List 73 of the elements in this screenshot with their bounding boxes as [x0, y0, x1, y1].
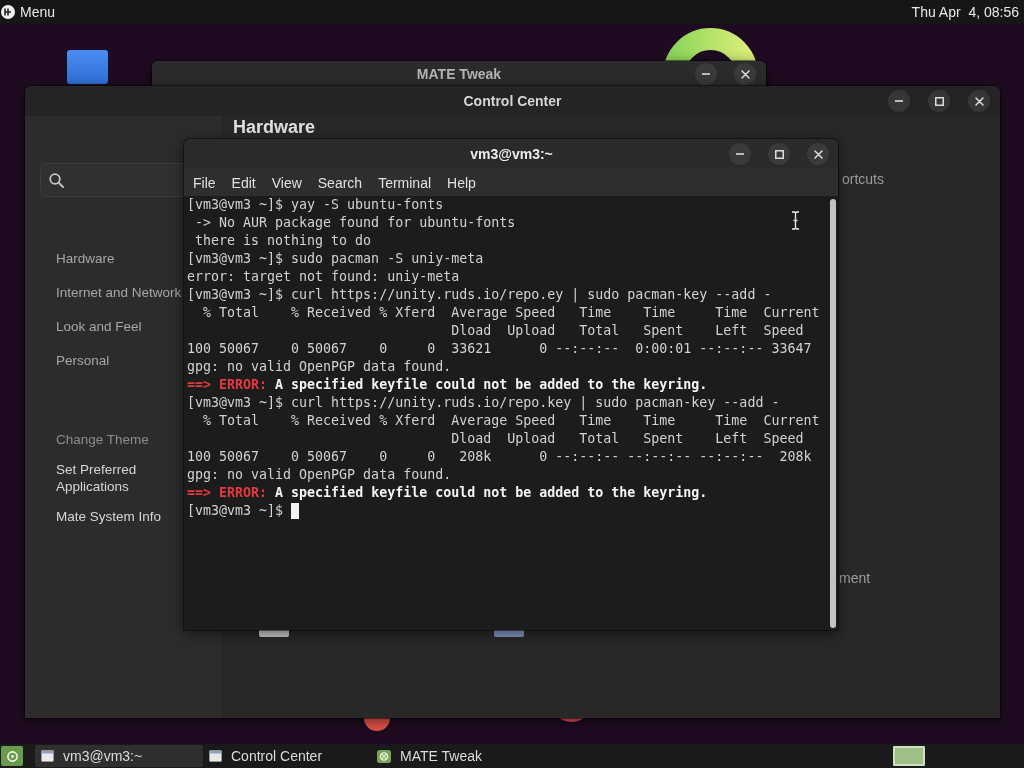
sidebar-link[interactable]: Hardware: [56, 250, 115, 268]
sidebar-link[interactable]: Internet and Network: [56, 284, 182, 302]
desktop-icon[interactable]: [559, 718, 584, 722]
terminal-line: gpg: no valid OpenPGP data found.: [187, 466, 452, 484]
terminal-line: there is nothing to do: [194, 232, 372, 250]
terminal-line: Dload Upload Total Spent Left Speed: [450, 430, 804, 448]
maximize-button[interactable]: [768, 143, 790, 165]
minimize-button[interactable]: [695, 63, 717, 85]
minimize-icon: [702, 73, 710, 75]
menu-item[interactable]: Search: [317, 174, 363, 191]
sidebar-link[interactable]: Set Preferred Applications: [56, 461, 181, 495]
window-icon: [209, 750, 222, 762]
taskbar-button[interactable]: MATE Tweak: [371, 745, 539, 767]
menu-item[interactable]: Edit: [231, 174, 256, 191]
app-icon[interactable]: [494, 630, 524, 637]
circle-icon: [6, 750, 18, 762]
close-icon: [813, 149, 823, 159]
window-title: vm3@vm3:~: [470, 146, 553, 162]
minimize-button[interactable]: [729, 143, 751, 165]
section-heading: Hardware: [233, 117, 316, 137]
terminal-line: ==> ERROR: A specified keyfile could not be added to the keyring.: [187, 484, 708, 502]
taskbar-button[interactable]: Control Center: [203, 745, 371, 767]
menu-item[interactable]: Help: [447, 174, 476, 191]
window-icon: [41, 750, 54, 762]
show-desktop-button[interactable]: [1, 746, 23, 766]
close-icon: [974, 96, 984, 106]
sidebar-link[interactable]: Look and Feel: [56, 318, 142, 336]
terminal-line: gpg: no valid OpenPGP data found.: [187, 358, 452, 376]
menu-button[interactable]: Menu: [1, 4, 56, 20]
app-icon[interactable]: [259, 630, 289, 637]
close-button[interactable]: [968, 90, 990, 112]
window-title: MATE Tweak: [416, 66, 502, 82]
menu-item[interactable]: File: [193, 174, 216, 191]
scrollbar-thumb[interactable]: [830, 199, 836, 628]
terminal-line: % Total % Received % Xferd Average Speed Time Time Time Current: [202, 412, 820, 430]
i-beam-pointer-icon: [791, 211, 800, 230]
item-label: ment: [839, 569, 871, 587]
close-button[interactable]: [807, 143, 829, 165]
minimize-icon: [895, 100, 903, 102]
maximize-icon: [934, 96, 944, 106]
app-logo-icon: [377, 749, 391, 763]
sidebar-link[interactable]: Change Theme: [56, 431, 149, 448]
minimize-icon: [736, 153, 744, 155]
terminal-line: % Total % Received % Xferd Average Speed Time Time Time Current: [202, 304, 820, 322]
terminal-line: 100 50067 0 50067 0 0 33621 0 --:--:-- 0:00:01 --:--:-- 33647: [187, 340, 812, 358]
maximize-icon: [774, 149, 784, 159]
terminal-line: [vm3@vm3 ~]$: [187, 502, 284, 520]
search-field[interactable]: [40, 163, 184, 197]
taskbar-button[interactable]: vm3@vm3:~: [35, 745, 203, 767]
terminal-line: [vm3@vm3 ~]$ sudo pacman -S uniy-meta: [187, 250, 484, 268]
terminal-line: 100 50067 0 50067 0 0 208k 0 --:--:-- --:--:-- --:--:-- 208k: [187, 448, 812, 466]
workspace-switcher[interactable]: [893, 746, 925, 766]
window-title: Control Center: [463, 93, 562, 109]
terminal-line: [vm3@vm3 ~]$ yay -S ubuntu-fonts: [187, 196, 444, 214]
maximize-button[interactable]: [928, 90, 950, 112]
terminal-line: Dload Upload Total Spent Left Speed: [450, 322, 804, 340]
terminal-line: -> No AUR package found for ubuntu-fonts: [194, 214, 516, 232]
clock[interactable]: Thu Apr 4, 08:56: [911, 4, 1019, 20]
terminal-line: ==> ERROR: A specified keyfile could not be added to the keyring.: [187, 376, 708, 394]
terminal-line: [vm3@vm3 ~]$ curl https://unity.ruds.io/repo.key | sudo pacman-key --add -: [187, 394, 780, 412]
sidebar-link[interactable]: Mate System Info: [56, 508, 162, 525]
terminal-line: error: target not found: uniy-meta: [187, 268, 460, 286]
close-button[interactable]: [734, 63, 756, 85]
desktop-icon[interactable]: [364, 718, 390, 731]
menu-item[interactable]: View: [271, 174, 302, 191]
sidebar-link[interactable]: Personal: [56, 352, 110, 370]
close-icon: [740, 69, 750, 79]
minimize-button[interactable]: [888, 90, 910, 112]
search-icon: [49, 172, 64, 188]
menu-item[interactable]: Terminal: [378, 174, 432, 191]
terminal-line: [vm3@vm3 ~]$ curl https://unity.ruds.io/repo.ey | sudo pacman-key --add -: [187, 286, 772, 304]
ring-icon[interactable]: [663, 28, 758, 61]
item-label: ortcuts: [842, 170, 884, 188]
